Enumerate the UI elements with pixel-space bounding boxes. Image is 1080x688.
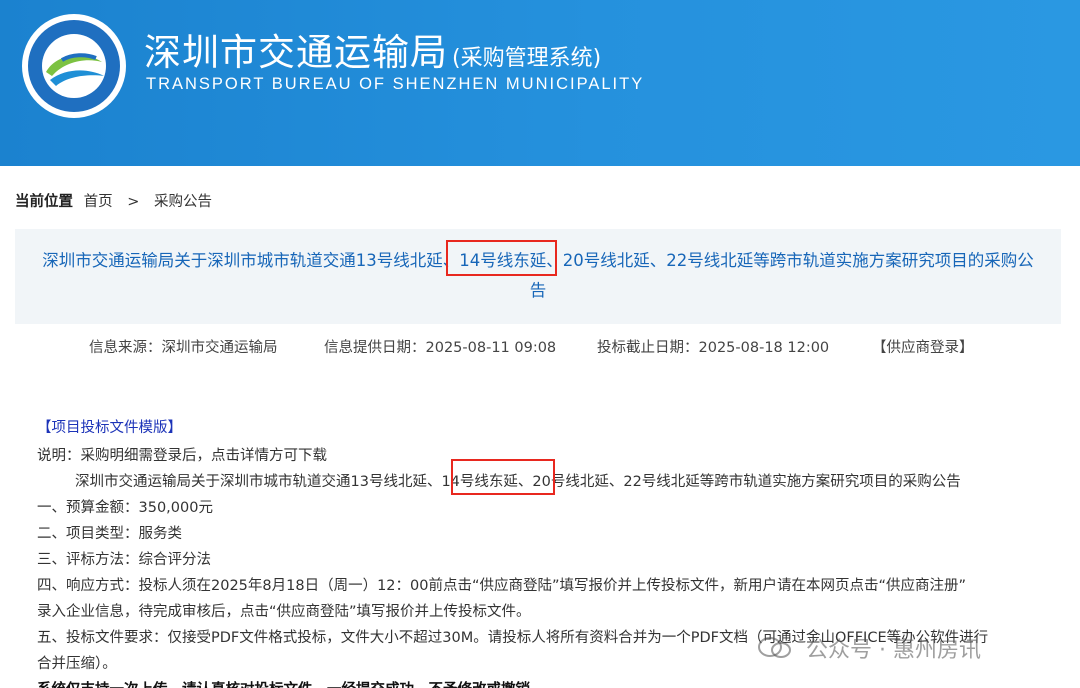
bureau-logo — [22, 14, 126, 118]
meta-deadline: 投标截止日期：2025-08-18 12:00 — [597, 340, 830, 356]
watermark-text: 公众号 · 惠州房讯 — [806, 638, 981, 663]
site-title: 深圳市交通运输局 (采购管理系统) — [144, 22, 601, 76]
content-response-1: 四、响应方式：投标人须在2025年8月18日（周一）12：00前点击“供应商登陆… — [37, 578, 967, 594]
meta-date: 信息提供日期：2025-08-11 09:08 — [324, 340, 557, 356]
site-title-main: 深圳市交通运输局 — [144, 31, 448, 74]
notice-title-box: 深圳市交通运输局关于深圳市城市轨道交通13号线北延、14号线东延、20号线北延、… — [15, 229, 1061, 324]
breadcrumb: 当前位置 首页 > 采购公告 — [15, 190, 212, 211]
header-banner: 深圳市交通运输局 (采购管理系统) TRANSPORT BUREAU OF SHE… — [0, 0, 1080, 166]
site-title-sub: (采购管理系统) — [452, 46, 602, 71]
content-project-name: 深圳市交通运输局关于深圳市城市轨道交通13号线北延、14号线东延、20号线北延、… — [75, 474, 961, 490]
content-response-2: 录入企业信息，待完成审核后，点击“供应商登陆”填写报价并上传投标文件。 — [37, 604, 531, 620]
notice-title-line2: 告 — [529, 281, 547, 300]
notice-meta: 信息来源：深圳市交通运输局 信息提供日期：2025-08-11 09:08 投标… — [0, 336, 1080, 356]
breadcrumb-current: 采购公告 — [153, 194, 212, 210]
content-upload-warning: 系统仅支持一次上传，请认真核对投标文件，一经提交成功，不予修改或撤销。 — [37, 678, 545, 688]
breadcrumb-separator: > — [127, 194, 140, 210]
content-evaluation: 三、评标方法：综合评分法 — [37, 552, 211, 568]
content-budget: 一、预算金额：350,000元 — [37, 500, 213, 516]
notice-title-line1: 深圳市交通运输局关于深圳市城市轨道交通13号线北延、14号线东延、20号线北延、… — [42, 251, 1034, 270]
site-title-english: TRANSPORT BUREAU OF SHENZHEN MUNICIPALIT… — [146, 75, 645, 93]
wechat-icon — [758, 637, 791, 658]
content-note: 说明：采购明细需登录后，点击详情方可下载 — [37, 448, 327, 464]
template-download-link[interactable]: 【项目投标文件模版】 — [37, 416, 182, 437]
supplier-login-link[interactable]: 【供应商登录】 — [872, 336, 974, 357]
breadcrumb-home-link[interactable]: 首页 — [84, 194, 113, 210]
breadcrumb-label: 当前位置 — [15, 194, 73, 210]
content-type: 二、项目类型：服务类 — [37, 526, 182, 542]
meta-source: 信息来源：深圳市交通运输局 — [89, 340, 278, 356]
content-file-req-2: 合并压缩）。 — [37, 656, 117, 672]
notice-title: 深圳市交通运输局关于深圳市城市轨道交通13号线北延、14号线东延、20号线北延、… — [15, 246, 1061, 306]
